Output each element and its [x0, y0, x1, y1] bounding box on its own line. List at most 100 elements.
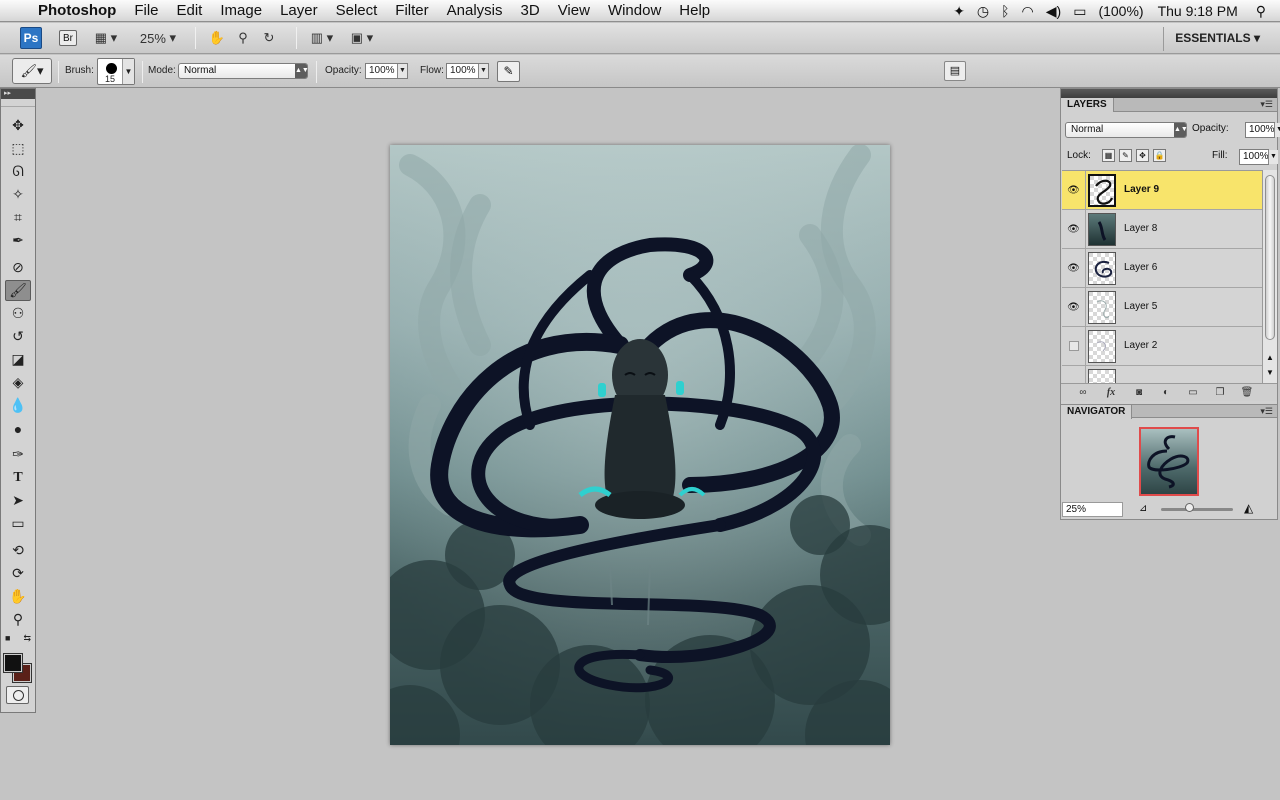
menu-3d[interactable]: 3D [521, 2, 540, 19]
quick-mask-icon[interactable] [6, 686, 29, 704]
lock-position-icon[interactable]: ✥ [1136, 149, 1149, 162]
launch-bridge-button[interactable]: Br [59, 30, 77, 46]
move-tool-icon[interactable]: ✥ [5, 115, 31, 136]
layer-blend-mode-select[interactable]: Normal ▲▼ [1065, 122, 1188, 138]
app-menu[interactable]: Photoshop [38, 2, 116, 19]
brush-preset-picker[interactable]: 15 ▼ [97, 58, 135, 85]
layer-name[interactable]: Layer 2 [1124, 340, 1157, 351]
eye-hidden-slot[interactable] [1062, 327, 1086, 365]
fill-field[interactable]: 100% ▼ [1239, 149, 1278, 165]
tab-layers[interactable]: LAYERS [1061, 98, 1114, 112]
panel-dock-grip[interactable] [1061, 89, 1277, 98]
wifi-icon[interactable]: ◠ [1022, 3, 1034, 20]
dodge-tool-icon[interactable]: ● [5, 418, 31, 439]
tool-preset-picker[interactable]: 🖌▾ [12, 58, 52, 84]
rotate-view-icon[interactable]: ↻ [256, 28, 282, 48]
lock-transparency-icon[interactable]: ▦ [1102, 149, 1115, 162]
zoom-in-icon[interactable]: ◭ [1244, 501, 1253, 515]
layer-name[interactable]: Layer 6 [1124, 262, 1157, 273]
menu-image[interactable]: Image [220, 2, 262, 19]
layer-name[interactable]: Layer 9 [1124, 184, 1159, 195]
lasso-tool-icon[interactable]: ᘏ [5, 161, 31, 182]
view-extras-button[interactable]: ▦ ▾ [93, 28, 119, 48]
menu-window[interactable]: Window [608, 2, 661, 19]
layer-opacity-field[interactable]: 100% ▼ [1245, 122, 1280, 138]
new-layer-icon[interactable]: ❐ [1212, 386, 1228, 400]
default-colors-icon[interactable]: ■ ⇆ [5, 632, 31, 644]
menubar-clock[interactable]: Thu 9:18 PM [1158, 3, 1238, 19]
chevron-down-icon[interactable]: ▼ [1274, 123, 1280, 137]
battery-percent[interactable]: (100%) [1098, 3, 1143, 19]
menu-analysis[interactable]: Analysis [447, 2, 503, 19]
type-tool-icon[interactable]: T [5, 467, 31, 488]
lock-image-icon[interactable]: ✎ [1119, 149, 1132, 162]
lock-all-icon[interactable]: 🔒 [1153, 149, 1166, 162]
layer-row[interactable]: 👁 Layer 5 [1062, 288, 1262, 327]
clone-stamp-tool-icon[interactable]: ⚇ [5, 303, 31, 324]
blur-tool-icon[interactable]: 💧 [5, 395, 31, 416]
eye-icon[interactable]: 👁 [1062, 171, 1086, 209]
scroll-up-icon[interactable]: ▲ [1266, 353, 1274, 362]
eye-icon[interactable]: 👁 [1062, 249, 1086, 287]
menu-view[interactable]: View [558, 2, 590, 19]
eraser-tool-icon[interactable]: ◪ [5, 349, 31, 370]
layer-name[interactable]: Layer 8 [1124, 223, 1157, 234]
default-colors-swatch-icon[interactable]: ■ [5, 633, 10, 643]
new-group-icon[interactable]: ▭ [1185, 386, 1201, 400]
menu-layer[interactable]: Layer [280, 2, 318, 19]
bluetooth-icon[interactable]: ᛒ [1001, 3, 1009, 19]
scrollbar-thumb[interactable] [1265, 175, 1275, 340]
menu-edit[interactable]: Edit [177, 2, 203, 19]
navigator-zoom-slider[interactable] [1161, 508, 1233, 511]
navigator-preview[interactable] [1139, 427, 1199, 496]
menu-file[interactable]: File [134, 2, 158, 19]
hand-tool-icon[interactable]: ✋ [204, 28, 230, 48]
airbrush-toggle-icon[interactable]: ✎ [497, 61, 520, 82]
panel-menu-icon[interactable]: ▾☰ [1260, 99, 1273, 110]
dropbox-icon[interactable]: ✦ [953, 3, 965, 20]
3d-rotate-tool-icon[interactable]: ⟲ [5, 540, 31, 561]
arrange-documents-button[interactable]: ▥ ▾ [305, 28, 339, 48]
eyedropper-tool-icon[interactable]: ✒ [5, 230, 31, 251]
layer-row[interactable] [1062, 366, 1262, 383]
chevron-down-icon[interactable]: ▼ [1268, 150, 1278, 164]
chevron-down-icon[interactable]: ▼ [478, 64, 488, 78]
healing-brush-tool-icon[interactable]: ⊘ [5, 257, 31, 278]
menu-help[interactable]: Help [679, 2, 710, 19]
navigator-zoom-field[interactable]: 25% [1062, 502, 1123, 517]
mode-select[interactable]: Normal ▲▼ [178, 63, 309, 79]
shape-tool-icon[interactable]: ▭ [5, 513, 31, 534]
layers-scrollbar[interactable]: ▲ ▼ [1262, 170, 1277, 383]
paint-bucket-tool-icon[interactable]: ◈ [5, 372, 31, 393]
panel-menu-icon[interactable]: ▾☰ [1260, 406, 1273, 417]
layer-row[interactable]: 👁 Layer 8 [1062, 210, 1262, 249]
tools-panel-grip[interactable] [1, 99, 35, 107]
trash-icon[interactable]: 🗑 [1239, 386, 1255, 400]
workspace-switcher[interactable]: ESSENTIALS ▾ [1175, 31, 1260, 45]
link-layers-icon[interactable]: ∞ [1075, 386, 1091, 400]
tools-panel-collapse-icon[interactable]: ▸▸ [1, 89, 35, 99]
layer-row[interactable]: Layer 2 [1062, 327, 1262, 366]
add-mask-icon[interactable]: ◙ [1131, 386, 1147, 400]
layer-style-icon[interactable]: fx [1103, 386, 1119, 400]
history-brush-tool-icon[interactable]: ↺ [5, 326, 31, 347]
tab-navigator[interactable]: NAVIGATOR [1061, 405, 1133, 419]
navigator-zoom-slider-knob[interactable] [1185, 503, 1194, 512]
flow-field[interactable]: 100% ▼ [446, 63, 489, 79]
battery-icon[interactable]: ▭ [1073, 3, 1086, 20]
eye-icon[interactable]: 👁 [1062, 288, 1086, 326]
adjustment-layer-icon[interactable]: ◐ [1158, 386, 1174, 400]
time-machine-icon[interactable]: ◷ [977, 3, 989, 20]
spotlight-search-icon[interactable]: ⚲ [1256, 3, 1266, 20]
zoom-out-icon[interactable]: ⊿ [1139, 503, 1147, 514]
opacity-field[interactable]: 100% ▼ [365, 63, 408, 79]
brush-tool-icon[interactable]: 🖌 [5, 280, 31, 301]
layer-name[interactable]: Layer 5 [1124, 301, 1157, 312]
eye-hidden-slot[interactable] [1062, 366, 1086, 383]
layer-row[interactable]: 👁 Layer 6 [1062, 249, 1262, 288]
document-canvas[interactable] [390, 145, 890, 745]
pen-tool-icon[interactable]: ✑ [5, 444, 31, 465]
zoom-level-dropdown[interactable]: 25% ▾ [135, 28, 181, 48]
magic-wand-tool-icon[interactable]: ✧ [5, 184, 31, 205]
3d-orbit-tool-icon[interactable]: ⟳ [5, 563, 31, 584]
